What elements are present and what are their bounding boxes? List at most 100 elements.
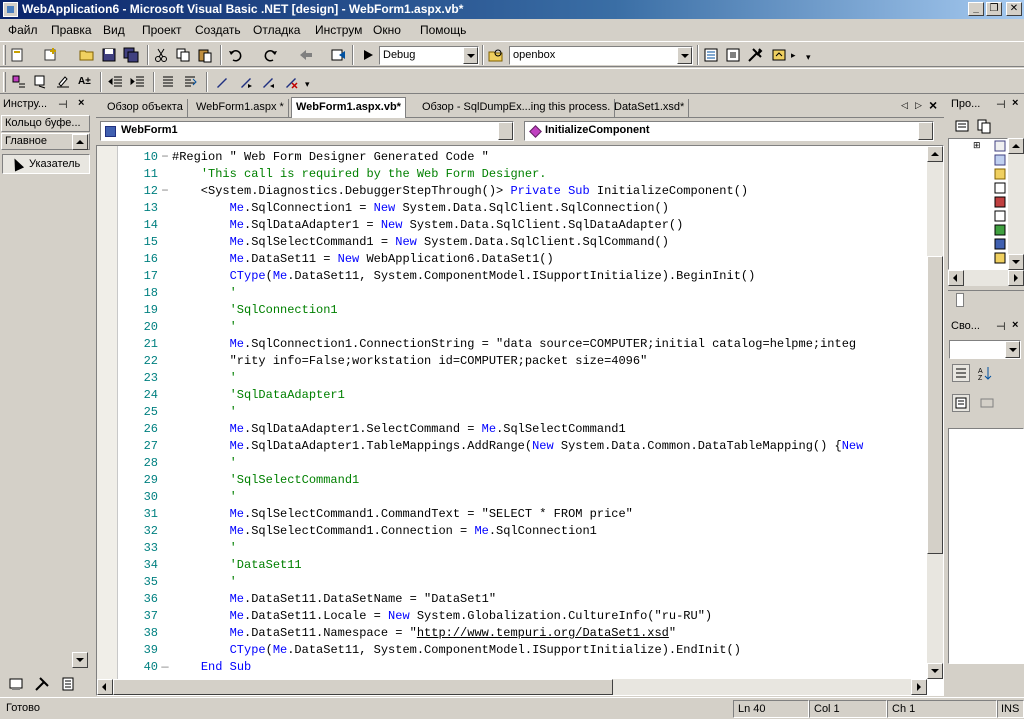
tab-dataset1-xsd[interactable]: DataSet1.xsd* bbox=[610, 99, 690, 117]
properties-view-icon[interactable] bbox=[952, 394, 970, 412]
find-combo[interactable]: openbox bbox=[509, 46, 693, 65]
quick-info-icon[interactable] bbox=[55, 74, 71, 90]
code-line[interactable]: 25 ' bbox=[119, 404, 927, 421]
code-line[interactable]: 10− #Region " Web Form Designer Generated… bbox=[119, 149, 927, 166]
code-line[interactable]: 21 Me.SqlConnection1.ConnectionString = … bbox=[119, 336, 927, 353]
code-line[interactable]: 13 Me.SqlConnection1 = New System.Data.S… bbox=[119, 200, 927, 217]
previous-bookmark-icon[interactable] bbox=[260, 74, 276, 90]
toolbox-scroll-down[interactable] bbox=[72, 652, 88, 668]
code-line[interactable]: 38 Me.DataSet11.Namespace = "http://www.… bbox=[119, 625, 927, 642]
code-line[interactable]: 11 'This call is required by the Web For… bbox=[119, 166, 927, 183]
toolbar-more-icon[interactable]: ▾ bbox=[305, 79, 310, 90]
code-line[interactable]: 37 Me.DataSet11.Locale = New System.Glob… bbox=[119, 608, 927, 625]
scroll-left-button[interactable] bbox=[948, 270, 964, 286]
code-line[interactable]: 24 'SqlDataAdapter1 bbox=[119, 387, 927, 404]
code-line[interactable]: 16 Me.DataSet11 = New WebApplication6.Da… bbox=[119, 251, 927, 268]
document-outline-icon[interactable] bbox=[60, 676, 76, 692]
code-text-area[interactable]: 10− #Region " Web Form Designer Generated… bbox=[119, 149, 927, 679]
scroll-up-button[interactable] bbox=[1008, 138, 1024, 154]
menu-project[interactable]: Проект bbox=[142, 23, 182, 37]
server-explorer-icon[interactable] bbox=[8, 676, 24, 692]
scroll-right-button[interactable] bbox=[1008, 270, 1024, 286]
outline-toggle-icon[interactable]: − bbox=[158, 149, 172, 166]
outline-toggle-icon[interactable]: − bbox=[158, 183, 172, 200]
scroll-up-button[interactable] bbox=[927, 146, 943, 162]
menu-build[interactable]: Создать bbox=[195, 23, 241, 37]
code-line[interactable]: 30 ' bbox=[119, 489, 927, 506]
properties-icon[interactable] bbox=[954, 118, 970, 134]
categorized-icon[interactable] bbox=[952, 364, 970, 382]
close-document-icon[interactable]: × bbox=[929, 97, 937, 113]
toolbox-scroll-up[interactable] bbox=[72, 134, 88, 150]
toolbox-icon[interactable] bbox=[747, 47, 763, 63]
toolbar-overflow-icon[interactable]: ▸ bbox=[791, 50, 796, 61]
pin-icon[interactable]: ⊣ bbox=[996, 98, 1006, 111]
code-line[interactable]: 32 Me.SqlSelectCommand1.Connection = Me.… bbox=[119, 523, 927, 540]
menu-file[interactable]: Файл bbox=[8, 23, 38, 37]
solution-tree[interactable]: ⊞ bbox=[948, 138, 1008, 270]
code-line[interactable]: 29 'SqlSelectCommand1 bbox=[119, 472, 927, 489]
menu-help[interactable]: Помощь bbox=[420, 23, 466, 37]
class-name-dropdown[interactable]: WebForm1 bbox=[100, 121, 514, 141]
menu-edit[interactable]: Правка bbox=[51, 23, 92, 37]
tab-webform1-aspx[interactable]: WebForm1.aspx * bbox=[192, 99, 289, 117]
code-line[interactable]: 17 CType(Me.DataSet11, System.ComponentM… bbox=[119, 268, 927, 285]
code-line[interactable]: 36 Me.DataSet11.DataSetName = "DataSet1" bbox=[119, 591, 927, 608]
toggle-bookmark-icon[interactable] bbox=[214, 74, 230, 90]
pin-icon[interactable]: ⊣ bbox=[996, 320, 1006, 333]
code-line[interactable]: 27 Me.SqlDataAdapter1.TableMappings.AddR… bbox=[119, 438, 927, 455]
code-line[interactable]: 34 'DataSet11 bbox=[119, 557, 927, 574]
outline-toggle-icon[interactable]: — bbox=[158, 659, 172, 676]
word-completion-icon[interactable]: A± bbox=[78, 76, 91, 87]
tab-scroll-left-icon[interactable]: ◁ bbox=[901, 100, 908, 111]
indicator-margin[interactable] bbox=[97, 146, 118, 695]
toolbox-tools-icon[interactable] bbox=[34, 676, 50, 692]
toolbar-grip[interactable] bbox=[3, 45, 6, 65]
code-line[interactable]: 20 ' bbox=[119, 319, 927, 336]
scroll-down-button[interactable] bbox=[1008, 254, 1024, 270]
save-all-icon[interactable] bbox=[123, 47, 139, 63]
chevron-down-icon[interactable] bbox=[463, 47, 478, 64]
chevron-down-icon[interactable] bbox=[677, 47, 692, 64]
tree-expander-icon[interactable]: ⊞ bbox=[973, 140, 981, 151]
start-debug-icon[interactable] bbox=[360, 47, 376, 63]
object-selector-dropdown[interactable] bbox=[949, 340, 1021, 359]
copy-icon[interactable] bbox=[175, 47, 191, 63]
close-icon[interactable]: × bbox=[1012, 319, 1018, 331]
code-line[interactable]: 22 "rity info=False;workstation id=COMPU… bbox=[119, 353, 927, 370]
code-line[interactable]: 28 ' bbox=[119, 455, 927, 472]
code-editor[interactable]: 10− #Region " Web Form Designer Generated… bbox=[96, 145, 944, 696]
close-icon[interactable]: × bbox=[78, 97, 84, 109]
tab-webform1-aspx-vb[interactable]: WebForm1.aspx.vb* bbox=[291, 97, 406, 118]
hscroll-thumb[interactable] bbox=[113, 679, 613, 695]
solution-explorer-icon[interactable] bbox=[703, 47, 719, 63]
find-in-files-icon[interactable] bbox=[488, 47, 504, 63]
scroll-thumb[interactable] bbox=[927, 256, 943, 554]
clear-bookmarks-icon[interactable] bbox=[283, 74, 299, 90]
code-line[interactable]: 14 Me.SqlDataAdapter1 = New System.Data.… bbox=[119, 217, 927, 234]
chevron-down-icon[interactable] bbox=[918, 122, 933, 140]
cut-icon[interactable] bbox=[153, 47, 169, 63]
solution-horizontal-scrollbar[interactable] bbox=[948, 270, 1024, 286]
alphabetical-icon[interactable]: AZ bbox=[976, 364, 994, 382]
property-grid[interactable] bbox=[948, 428, 1024, 664]
maximize-button[interactable]: ❐ bbox=[986, 2, 1002, 16]
add-item-icon[interactable] bbox=[43, 47, 59, 63]
toolbar-more-icon[interactable]: ▾ bbox=[806, 52, 811, 63]
minimize-button[interactable]: _ bbox=[968, 2, 984, 16]
comment-lines-icon[interactable] bbox=[160, 74, 176, 90]
code-line[interactable]: 40— End Sub bbox=[119, 659, 927, 676]
solution-vertical-scrollbar[interactable] bbox=[1008, 138, 1024, 270]
show-all-files-icon[interactable] bbox=[976, 118, 992, 134]
close-button[interactable]: ✕ bbox=[1006, 2, 1022, 16]
decrease-indent-icon[interactable] bbox=[108, 74, 124, 90]
save-icon[interactable] bbox=[101, 47, 117, 63]
class-view-icon[interactable] bbox=[771, 47, 787, 63]
editor-horizontal-scrollbar[interactable] bbox=[97, 679, 927, 695]
property-pages-icon[interactable] bbox=[978, 394, 996, 412]
menu-debug[interactable]: Отладка bbox=[253, 23, 300, 37]
parameter-info-icon[interactable] bbox=[33, 74, 49, 90]
toolbar-grip[interactable] bbox=[3, 72, 6, 92]
next-bookmark-icon[interactable] bbox=[238, 74, 254, 90]
scroll-down-button[interactable] bbox=[927, 663, 943, 679]
